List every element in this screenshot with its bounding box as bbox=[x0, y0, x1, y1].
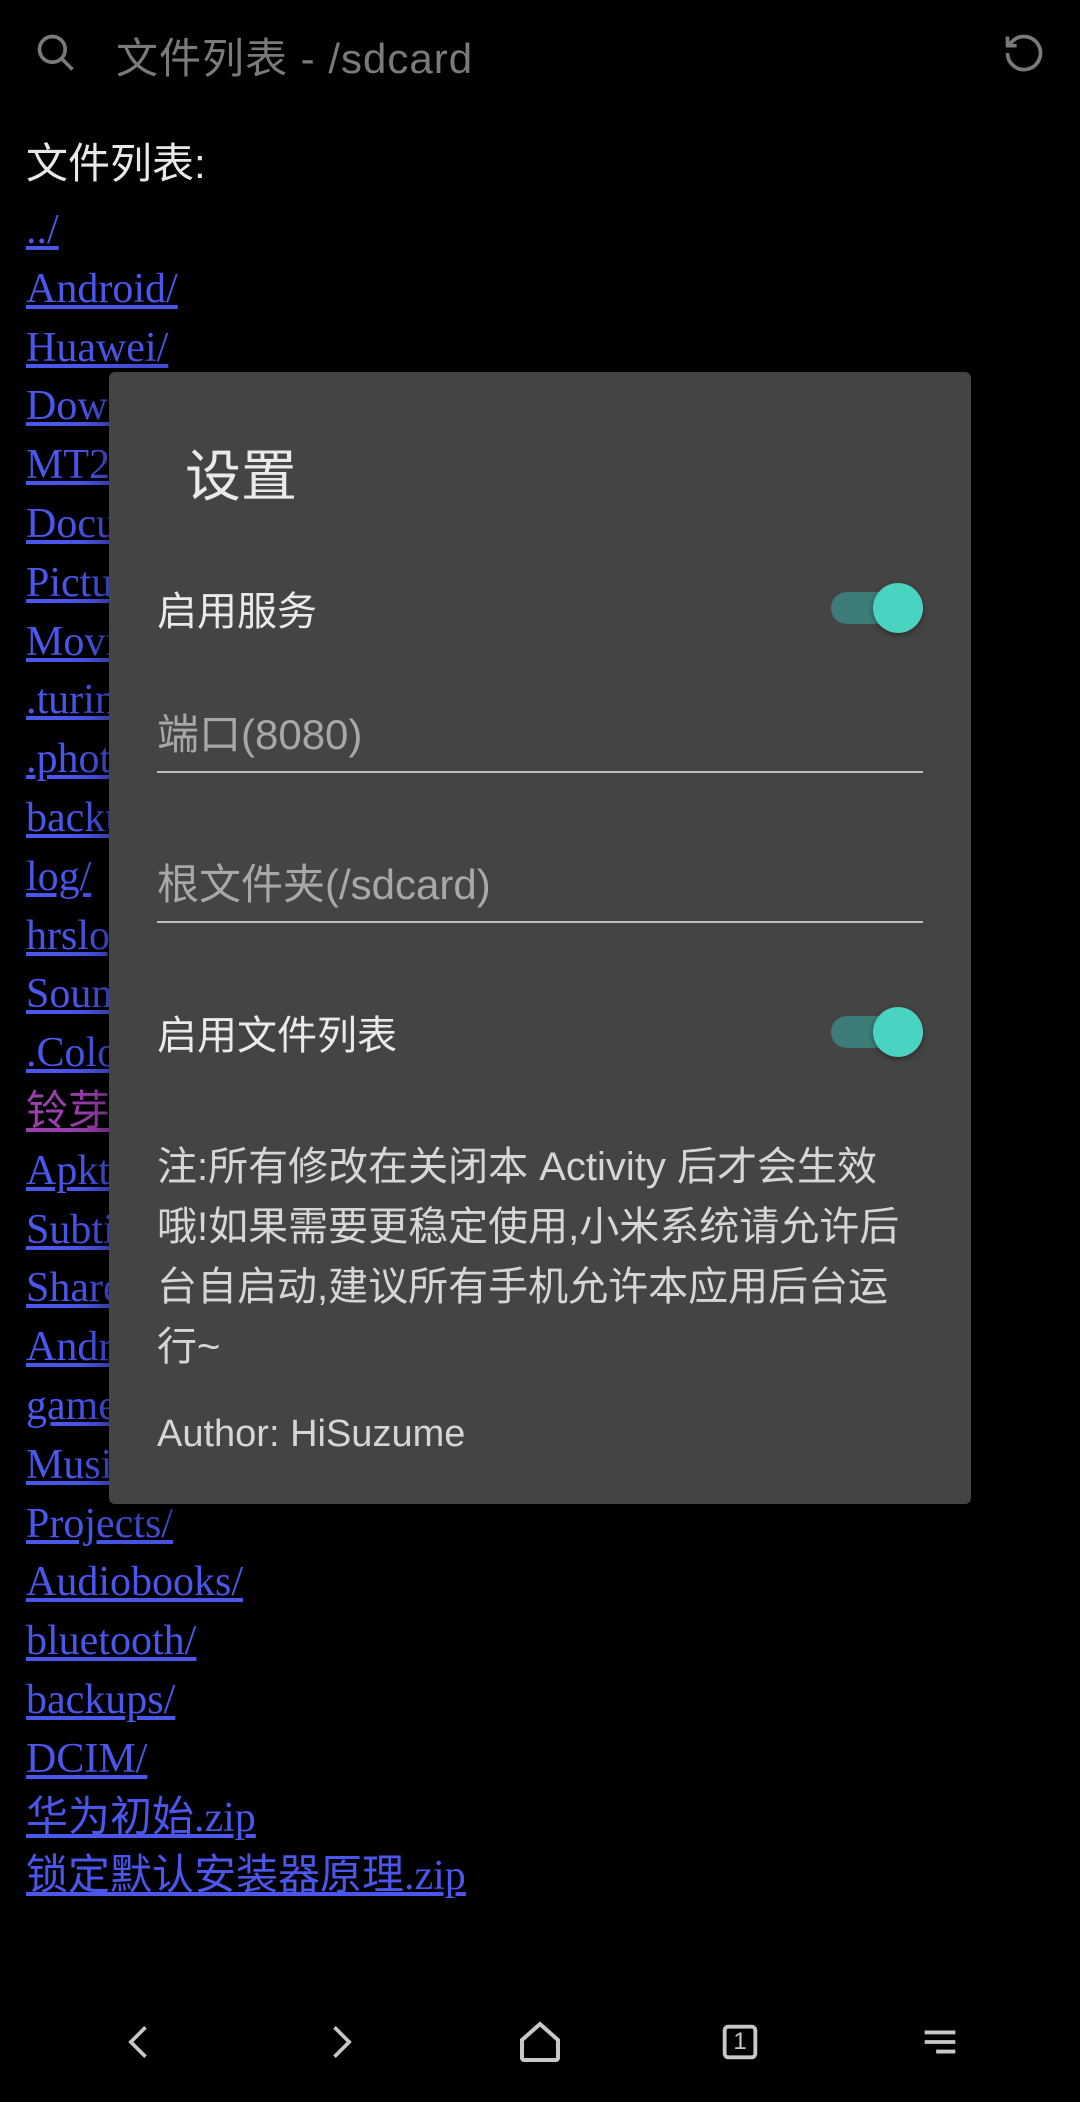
settings-note: 注:所有修改在关闭本 Activity 后才会生效哦!如果需要更稳定使用,小米系… bbox=[157, 1137, 923, 1377]
home-button[interactable] bbox=[500, 2002, 580, 2082]
back-button[interactable] bbox=[100, 2002, 180, 2082]
settings-modal: 设置 启用服务 启用文件列表 注:所有修改在关闭本 Activity 后才会生效… bbox=[109, 372, 971, 1504]
enable-service-label: 启用服务 bbox=[157, 579, 317, 637]
enable-filelist-label: 启用文件列表 bbox=[157, 1003, 397, 1061]
settings-author: Author: HiSuzume bbox=[157, 1413, 923, 1456]
rootdir-input[interactable] bbox=[157, 861, 923, 909]
enable-filelist-toggle[interactable] bbox=[831, 1007, 923, 1057]
port-field-wrap bbox=[157, 711, 923, 773]
enable-filelist-row: 启用文件列表 bbox=[157, 981, 923, 1083]
enable-service-toggle[interactable] bbox=[831, 583, 923, 633]
settings-title: 设置 bbox=[185, 432, 923, 513]
tabs-button[interactable]: 1 bbox=[700, 2002, 780, 2082]
rootdir-field-wrap bbox=[157, 861, 923, 923]
modal-backdrop[interactable]: 设置 启用服务 启用文件列表 注:所有修改在关闭本 Activity 后才会生效… bbox=[0, 0, 1080, 2102]
port-input[interactable] bbox=[157, 711, 923, 759]
tab-count: 1 bbox=[733, 2028, 746, 2056]
enable-service-row: 启用服务 bbox=[157, 557, 923, 659]
bottom-nav-bar: 1 bbox=[0, 1982, 1080, 2102]
forward-button[interactable] bbox=[300, 2002, 380, 2082]
menu-button[interactable] bbox=[900, 2002, 980, 2082]
